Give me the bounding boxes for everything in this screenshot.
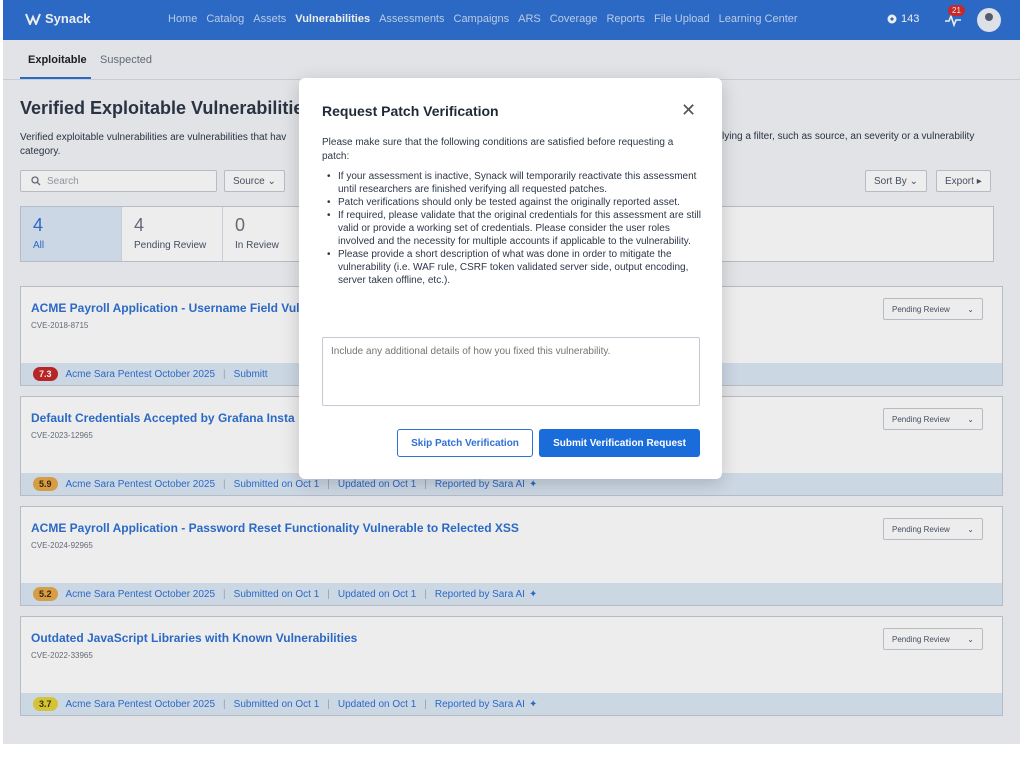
- close-icon[interactable]: ✕: [681, 100, 696, 121]
- condition-item: Patch verifications should only be teste…: [322, 196, 702, 209]
- condition-item: Please provide a short description of wh…: [322, 248, 702, 287]
- app-frame: Synack Home Catalog Assets Vulnerabiliti…: [3, 0, 1020, 744]
- fix-details-textarea[interactable]: [322, 337, 700, 406]
- modal-intro: Please make sure that the following cond…: [322, 137, 674, 162]
- modal-title: Request Patch Verification: [322, 103, 499, 119]
- condition-item: If required, please validate that the or…: [322, 209, 702, 248]
- conditions-list: If your assessment is inactive, Synack w…: [322, 170, 702, 287]
- submit-verification-request-button[interactable]: Submit Verification Request: [539, 429, 700, 457]
- patch-verification-modal: Request Patch Verification ✕ Please make…: [299, 78, 722, 479]
- condition-item: If your assessment is inactive, Synack w…: [322, 170, 702, 196]
- skip-patch-verification-button[interactable]: Skip Patch Verification: [397, 429, 533, 457]
